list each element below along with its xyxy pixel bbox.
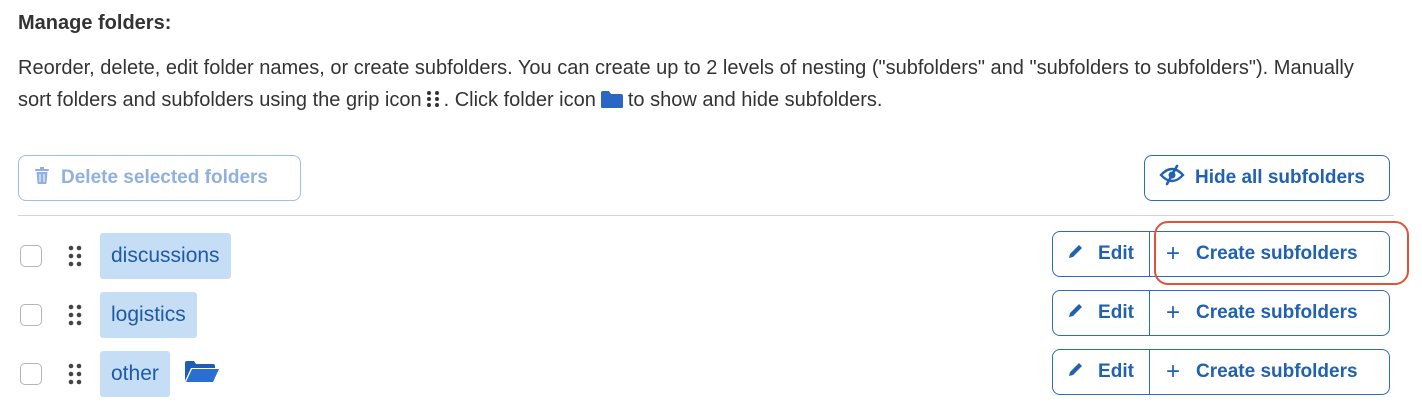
edit-label: Edit: [1098, 361, 1134, 382]
folder-row: other Edit + Create subfolders: [0, 349, 1422, 401]
create-subfolders-button[interactable]: + Create subfolders: [1150, 291, 1389, 335]
create-subfolders-button[interactable]: + Create subfolders: [1150, 350, 1389, 394]
grip-handle-icon[interactable]: [68, 303, 82, 332]
grip-icon: [426, 87, 440, 119]
folder-actions: Edit + Create subfolders: [1052, 349, 1390, 395]
folder-row: logistics Edit + Create subfolders: [0, 290, 1422, 342]
edit-label: Edit: [1098, 302, 1134, 323]
create-subfolders-button[interactable]: + Create subfolders: [1150, 232, 1389, 276]
folder-icon: [600, 87, 624, 119]
edit-folder-button[interactable]: Edit: [1053, 291, 1150, 335]
folder-checkbox[interactable]: [20, 363, 42, 385]
folder-checkbox[interactable]: [20, 304, 42, 326]
delete-selected-folders-label: Delete selected folders: [61, 167, 268, 188]
folder-checkbox[interactable]: [20, 245, 42, 267]
pencil-icon: [1068, 302, 1084, 324]
manage-folders-panel: Manage folders: Reorder, delete, edit fo…: [0, 0, 1422, 408]
grip-handle-icon[interactable]: [68, 244, 82, 273]
hide-all-subfolders-button[interactable]: Hide all subfolders: [1144, 155, 1390, 201]
create-subfolders-label: Create subfolders: [1196, 302, 1358, 323]
hide-all-subfolders-label: Hide all subfolders: [1195, 167, 1365, 188]
folder-open-icon[interactable]: [184, 361, 220, 388]
plus-icon: +: [1166, 299, 1181, 326]
edit-folder-button[interactable]: Edit: [1053, 350, 1150, 394]
folder-name-label: other: [100, 351, 170, 397]
eye-slash-icon: [1159, 164, 1185, 192]
divider: [18, 215, 1394, 216]
edit-folder-button[interactable]: Edit: [1053, 232, 1150, 276]
edit-label: Edit: [1098, 243, 1134, 264]
delete-selected-folders-button[interactable]: Delete selected folders: [18, 155, 301, 201]
page-title: Manage folders:: [18, 12, 172, 34]
folder-row: discussions Edit + Create subfolders: [0, 231, 1422, 283]
pencil-icon: [1068, 243, 1084, 265]
trash-icon: [35, 166, 49, 190]
create-subfolders-label: Create subfolders: [1196, 243, 1358, 264]
instructions-part-3: to show and hide subfolders.: [627, 89, 883, 111]
instructions-part-2: . Click folder icon: [443, 89, 596, 111]
folder-actions: Edit + Create subfolders: [1052, 231, 1390, 277]
plus-icon: +: [1166, 358, 1181, 385]
plus-icon: +: [1166, 240, 1181, 267]
folder-name-label: discussions: [100, 233, 231, 279]
folder-actions: Edit + Create subfolders: [1052, 290, 1390, 336]
create-subfolders-label: Create subfolders: [1196, 361, 1358, 382]
grip-handle-icon[interactable]: [68, 362, 82, 391]
pencil-icon: [1068, 361, 1084, 383]
folder-name-label: logistics: [100, 292, 197, 338]
instructions-text: Reorder, delete, edit folder names, or c…: [18, 52, 1358, 119]
